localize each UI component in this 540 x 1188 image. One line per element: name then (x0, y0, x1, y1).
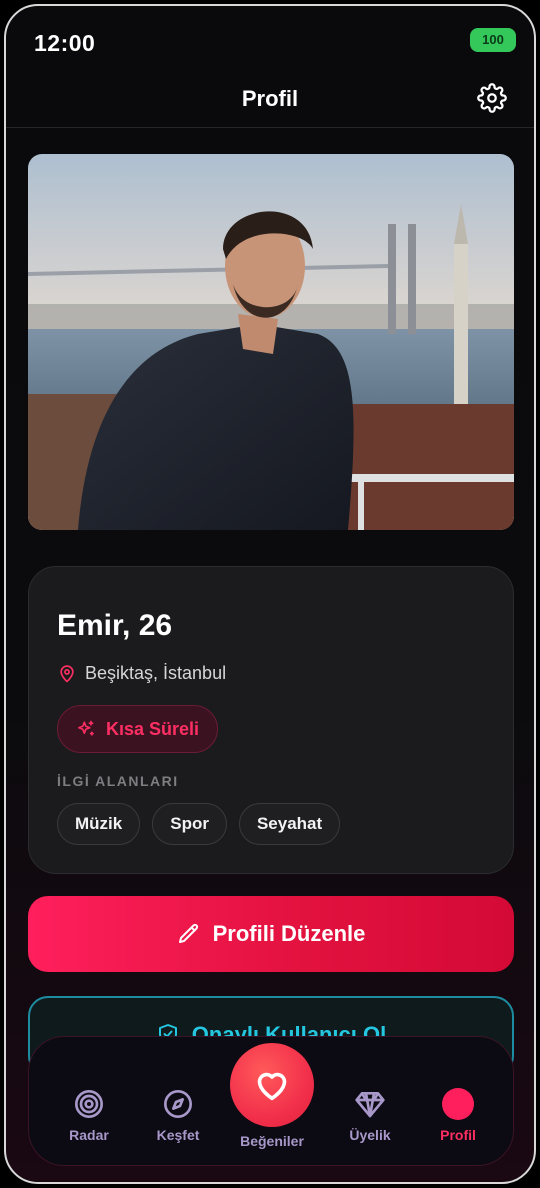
nav-label-discover: Keşfet (156, 1127, 200, 1143)
nav-item-membership[interactable]: Üyelik (330, 1087, 410, 1143)
nav-item-discover[interactable]: Keşfet (138, 1087, 218, 1143)
location-text: Beşiktaş, İstanbul (85, 663, 227, 683)
interest-chip[interactable]: Müzik (57, 803, 141, 845)
nav-label-membership: Üyelik (349, 1127, 391, 1143)
status-bar: 12:00 100 (6, 6, 534, 76)
nav-item-radar[interactable]: Radar (49, 1087, 129, 1143)
diamond-icon (355, 1092, 385, 1118)
phone-screen: 12:00 100 Profil Emir, 26 Beşiktaş, İsta… (4, 4, 536, 1184)
interest-chip[interactable]: Spor (152, 803, 227, 845)
profile-name: Emir, 26 (57, 609, 173, 642)
interests-list: Müzik Spor Seyahat (57, 803, 341, 845)
edit-profile-button[interactable]: Profili Düzenle (28, 896, 514, 972)
nav-label-radar: Radar (69, 1127, 109, 1143)
relationship-tag[interactable]: Kısa Süreli (57, 705, 219, 753)
clock: 12:00 (34, 30, 96, 56)
nav-item-likes[interactable] (230, 1043, 314, 1127)
page-title: Profil (241, 86, 299, 111)
nav-label-likes: Beğeniler (240, 1133, 304, 1149)
edit-profile-label: Profili Düzenle (212, 921, 366, 946)
heart-icon (257, 1072, 287, 1101)
profile-photo-image (28, 154, 514, 530)
profile-photo[interactable] (28, 154, 514, 530)
interests-title: İLGİ ALANLARI (57, 773, 179, 789)
sparkles-icon (78, 720, 94, 736)
app-header: Profil (6, 76, 534, 128)
profile-info-card: Emir, 26 Beşiktaş, İstanbul Kısa Süreli … (28, 566, 514, 874)
settings-button[interactable] (476, 82, 508, 114)
map-pin-icon (60, 664, 74, 682)
bottom-navigation: Radar Keşfet Beğeniler Üyelik Profil (28, 1036, 514, 1166)
interest-chip[interactable]: Seyahat (238, 803, 341, 845)
profile-location: Beşiktaş, İstanbul (57, 663, 226, 684)
nav-item-profile[interactable]: Profil (418, 1087, 498, 1143)
compass-icon (164, 1090, 192, 1118)
target-icon (75, 1090, 103, 1118)
profile-icon (442, 1088, 474, 1120)
gear-icon (477, 83, 507, 113)
pencil-icon (178, 923, 198, 943)
nav-label-profile: Profil (440, 1127, 476, 1143)
battery-indicator: 100 (470, 28, 516, 52)
relationship-tag-label: Kısa Süreli (106, 718, 200, 739)
